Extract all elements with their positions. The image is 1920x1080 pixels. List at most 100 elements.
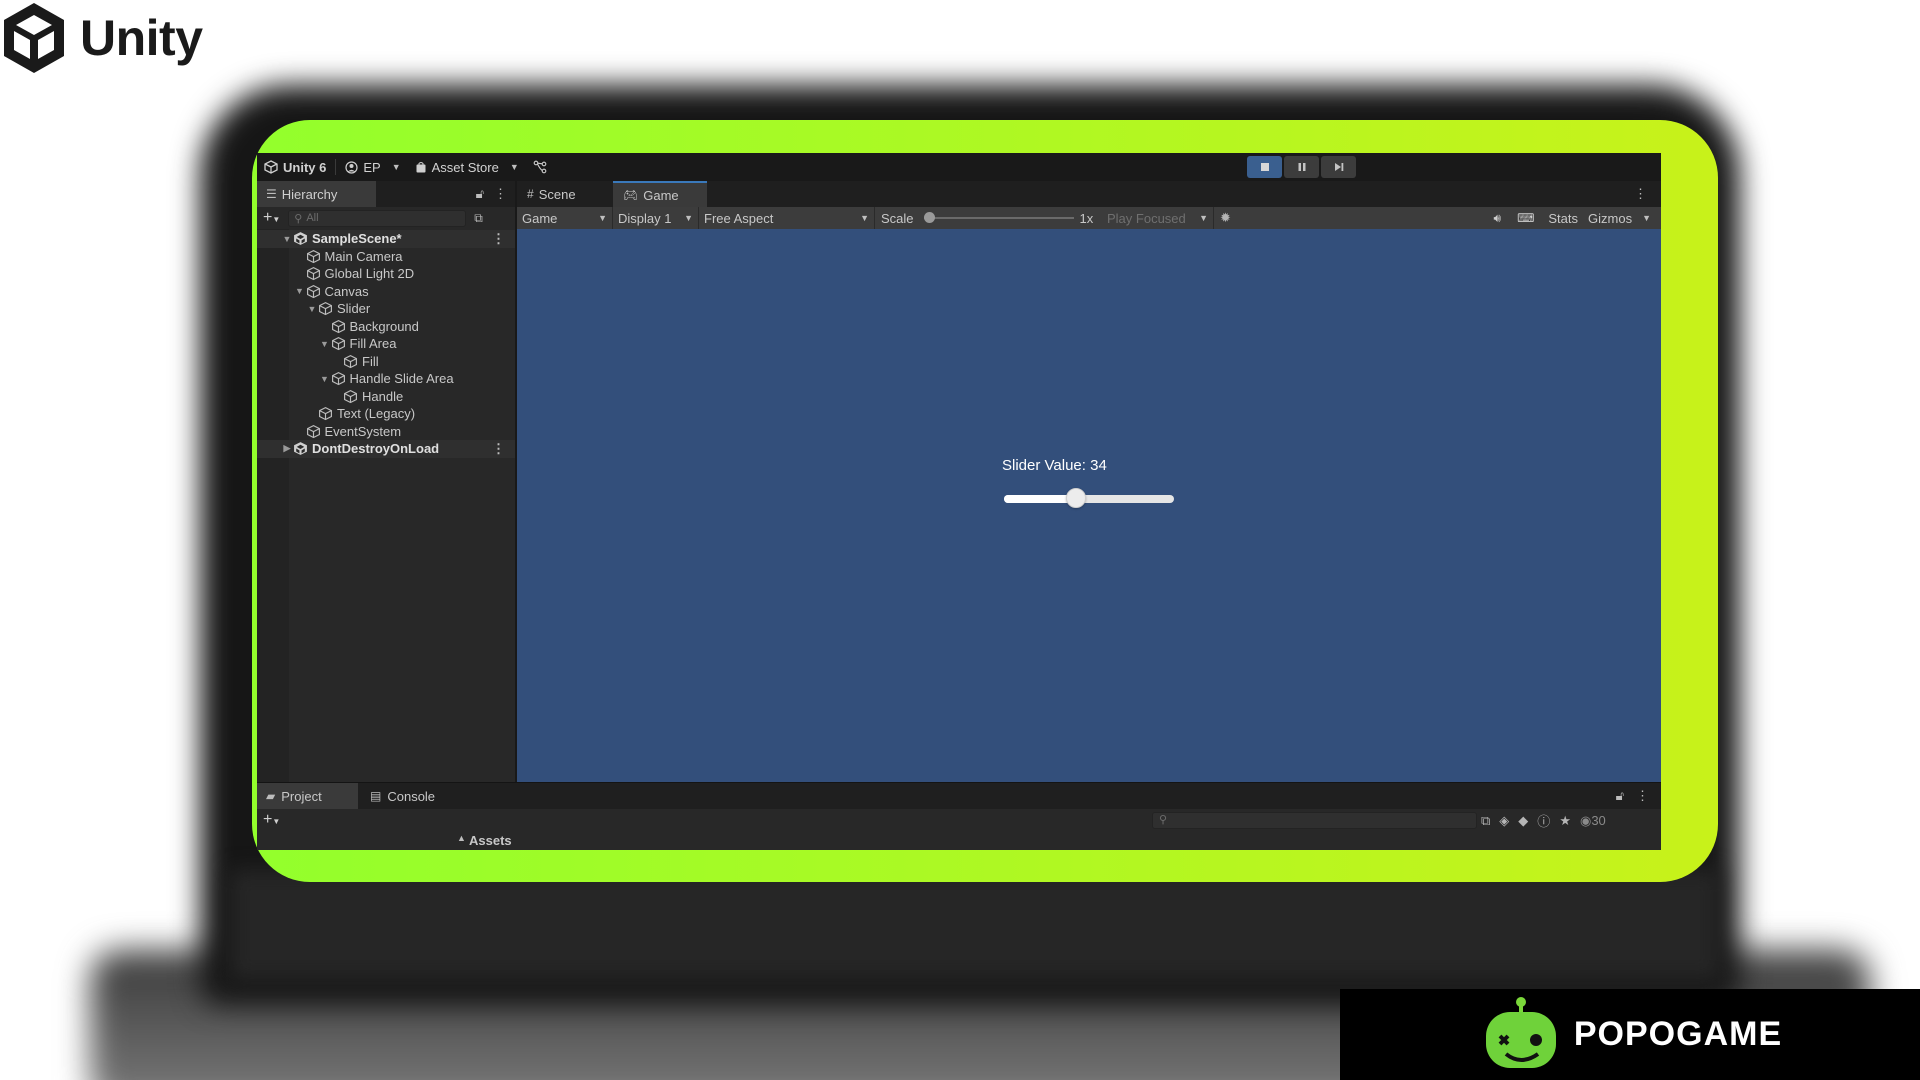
kebab-menu-icon[interactable]: ⋮ (1634, 186, 1647, 202)
hidden-count-value: 30 (1591, 812, 1606, 828)
chevron-down-icon: ▼ (598, 213, 607, 223)
chevron-down-icon[interactable]: ▼ (1642, 213, 1651, 223)
game-mode-label: Game (522, 210, 558, 226)
chevron-down-icon: ▼ (860, 213, 869, 223)
aspect-dropdown[interactable]: Free Aspect ▼ (699, 207, 875, 229)
gameobject-cube-icon (306, 424, 320, 438)
star-icon[interactable]: ★ (1559, 813, 1571, 829)
toolbar-separator (335, 159, 337, 175)
assets-folder-label[interactable]: Assets (469, 833, 512, 848)
game-mode-dropdown[interactable]: Game ▼ (517, 207, 613, 229)
info-icon[interactable]: ⓘ (1537, 811, 1550, 830)
hierarchy-panel: ☰ Hierarchy 🔓︎ ⋮ +▼ ⚲ All ⧉ ▼ SampleScene… (257, 181, 516, 789)
hierarchy-item-label: Canvas (324, 283, 369, 299)
gameobject-cube-icon (319, 302, 332, 316)
hierarchy-item[interactable]: Text (Legacy) (257, 405, 515, 423)
unity-scene-icon (294, 232, 307, 246)
scale-slider-knob[interactable] (923, 212, 935, 223)
gameobject-cube-icon (319, 407, 332, 421)
chevron-down-icon: ▼ (509, 162, 519, 172)
expand-arrow-icon[interactable]: ▼ (281, 234, 293, 244)
hierarchy-item-label: Main Camera (324, 248, 403, 264)
expand-arrow-icon[interactable]: ▼ (319, 339, 331, 349)
gameobject-cube-icon (344, 389, 357, 403)
add-button[interactable]: +▼ (263, 811, 280, 829)
game-slider-handle[interactable] (1066, 488, 1086, 508)
hierarchy-scene-row[interactable]: ▶ DontDestroyOnLoad ⋮ (257, 440, 515, 458)
lock-icon[interactable]: 🔓︎ (1616, 788, 1624, 804)
gameobject-cube-icon (306, 249, 320, 263)
expand-arrow-icon[interactable]: ▼ (294, 286, 306, 296)
hierarchy-search-input[interactable]: ⚲ All (288, 209, 467, 227)
project-search-input[interactable]: ⚲ (1152, 812, 1477, 829)
main-toolbar: Unity 6 EP ▼ Asset Store ▼ (257, 153, 1661, 181)
asset-store-dropdown[interactable]: Asset Store ▼ (408, 156, 526, 178)
project-console-panel: ▰ Project ▤ Console 🔓︎ ⋮ +▼ ⚲ ⧉ ◈ ◆ ⓘ ★ … (257, 782, 1661, 850)
bug-icon[interactable]: ✹ (1220, 210, 1231, 226)
gameobject-cube-icon (306, 284, 320, 298)
hierarchy-item[interactable]: Main Camera (257, 248, 515, 266)
collapse-arrow-icon[interactable]: ▶ (281, 443, 293, 454)
step-icon (1334, 163, 1343, 171)
expand-arrow-icon[interactable]: ▼ (319, 374, 331, 384)
play-focused-dropdown[interactable]: Play Focused ▼ (1102, 207, 1214, 229)
asset-store-label: Asset Store (431, 159, 499, 175)
slider-value-text: Slider Value: 34 (1002, 457, 1107, 474)
pause-button[interactable] (1284, 156, 1319, 178)
search-window-icon[interactable]: ⧉ (474, 211, 483, 226)
project-filter-icons: ⧉ ◈ ◆ ⓘ ★ ◉30 (1481, 811, 1606, 830)
tab-hierarchy[interactable]: ☰ Hierarchy (257, 181, 376, 207)
stop-button[interactable] (1247, 156, 1282, 178)
hierarchy-item-label: Handle Slide Area (349, 371, 454, 387)
display-dropdown[interactable]: Display 1 ▼ (613, 207, 699, 229)
unity-version-button[interactable]: Unity 6 (257, 156, 333, 178)
bottom-tab-bar: ▰ Project ▤ Console 🔓︎ ⋮ (257, 783, 1661, 809)
search-window-icon[interactable]: ⧉ (1481, 813, 1490, 829)
gizmos-button[interactable]: Gizmos (1584, 211, 1636, 226)
scale-slider[interactable] (923, 212, 1074, 223)
shopping-bag-icon (416, 162, 426, 173)
kebab-menu-icon[interactable]: ⋮ (494, 186, 507, 202)
hierarchy-scene-row[interactable]: ▼ SampleScene* ⋮ (257, 230, 515, 248)
hierarchy-item[interactable]: Handle (257, 388, 515, 406)
audio-icon[interactable]: 🔊︎ (1486, 211, 1510, 226)
hierarchy-item[interactable]: Background (257, 318, 515, 336)
branch-icon (533, 160, 547, 174)
game-slider-track[interactable] (1004, 495, 1174, 503)
tab-console[interactable]: ▤ Console (361, 783, 461, 809)
hierarchy-item[interactable]: Fill (257, 353, 515, 371)
add-button[interactable]: +▼ (263, 209, 280, 227)
keyboard-icon[interactable]: ⌨︎ (1509, 211, 1542, 225)
game-view-controls: Game ▼ Display 1 ▼ Free Aspect ▼ Scale 1… (517, 207, 1661, 229)
play-controls (1247, 156, 1356, 178)
expand-arrow-icon[interactable]: ▼ (306, 304, 318, 314)
account-dropdown[interactable]: EP ▼ (338, 156, 407, 178)
chevron-down-icon: ▼ (684, 213, 693, 223)
tab-hierarchy-label: Hierarchy (281, 186, 338, 202)
step-button[interactable] (1321, 156, 1356, 178)
popogame-banner: POPOGAME (1340, 989, 1920, 1080)
tab-project[interactable]: ▰ Project (257, 783, 358, 809)
pause-icon (1298, 163, 1305, 171)
eye-icon: ◉ (1579, 812, 1592, 828)
gameobject-cube-icon (306, 267, 320, 281)
hierarchy-item[interactable]: ▼ Fill Area (257, 335, 515, 353)
hierarchy-item[interactable]: EventSystem (257, 423, 515, 441)
lock-icon[interactable]: 🔓︎ (476, 186, 484, 202)
hierarchy-item[interactable]: Global Light 2D (257, 265, 515, 283)
kebab-menu-icon[interactable]: ⋮ (492, 441, 505, 457)
chevron-up-icon: ▲ (457, 833, 466, 843)
version-control-button[interactable] (526, 156, 554, 178)
hierarchy-search-row: +▼ ⚲ All ⧉ (257, 207, 515, 229)
tab-game[interactable]: 🎮︎ Game (613, 181, 707, 207)
kebab-menu-icon[interactable]: ⋮ (492, 231, 505, 247)
filter-by-type-icon[interactable]: ◈ (1499, 813, 1509, 829)
kebab-menu-icon[interactable]: ⋮ (1636, 788, 1649, 804)
stats-button[interactable]: Stats (1542, 211, 1584, 226)
hierarchy-item-label: DontDestroyOnLoad (312, 441, 440, 457)
hierarchy-item[interactable]: ▼ Slider (257, 300, 515, 318)
tab-scene[interactable]: # Scene (517, 181, 613, 207)
label-tag-icon[interactable]: ◆ (1518, 813, 1528, 829)
hierarchy-item[interactable]: ▼ Handle Slide Area (257, 370, 515, 388)
hierarchy-item[interactable]: ▼ Canvas (257, 283, 515, 301)
